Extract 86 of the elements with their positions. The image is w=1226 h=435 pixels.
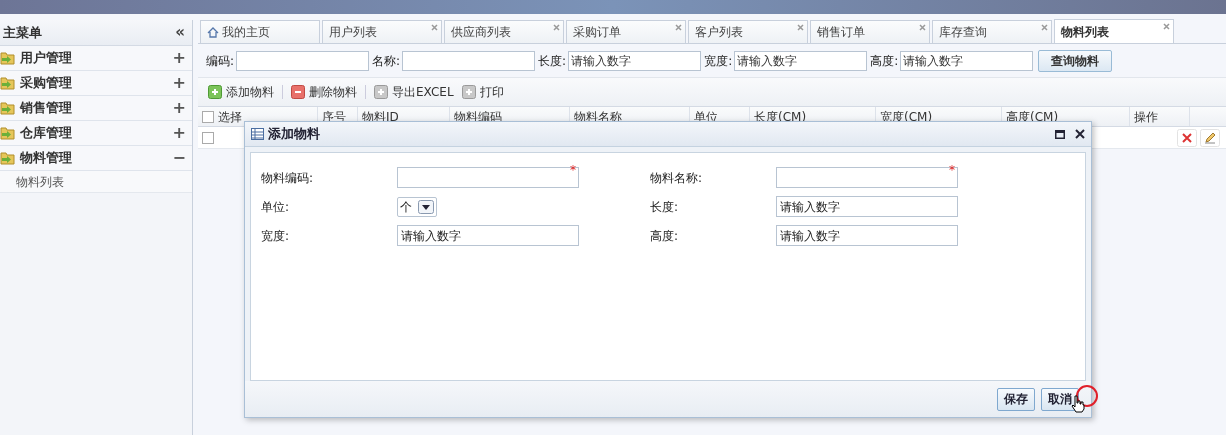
query-button[interactable]: 查询物料 [1038,49,1113,72]
folder-arrow-icon [0,51,16,65]
field-label: 高度: [870,52,899,70]
folder-arrow-icon [0,76,16,90]
tab[interactable]: 采购订单 [566,20,686,43]
delete-icon [291,85,305,99]
field-label: 长度: [538,52,567,70]
unit-select[interactable]: 个 [397,196,437,217]
menu-item[interactable]: 物料管理 − [0,146,192,171]
folder-arrow-icon [0,101,16,115]
dialog-button[interactable]: 取消 [1041,387,1079,411]
tab-label: 客户列表 [695,24,743,41]
search-field[interactable]: 请输入数字 [734,50,868,71]
form-label: 长度: [649,198,680,216]
checkbox[interactable] [202,110,214,123]
tab[interactable]: 供应商列表 [444,20,564,43]
tab[interactable]: 销售订单 [810,20,930,43]
folder-arrow-icon [0,151,16,165]
tab-label: 供应商列表 [451,24,511,41]
text-field[interactable]: 请输入数字 [397,225,579,246]
tab-label: 我的主页 [222,24,270,41]
plus-icon [374,85,388,99]
search-field[interactable]: 请输入数字 [568,50,702,71]
toolbar-button[interactable]: 导出EXCEL [374,83,454,101]
text-field[interactable]: 请输入数字 [776,225,958,246]
form-label: 单位: [261,198,291,216]
menu-toggle[interactable]: + [172,125,186,141]
menu-label: 销售管理 [20,99,73,118]
folder-arrow-icon [0,126,16,140]
toolbar-button[interactable]: 打印 [461,83,504,101]
delete-icon[interactable] [1177,128,1197,147]
tab[interactable]: 我的主页 [200,20,320,43]
sidebar-title: 主菜单 [3,23,42,42]
text-field[interactable] [397,167,579,188]
dialog-title: 添加物料 [268,125,321,144]
menu-label: 仓库管理 [20,124,73,143]
menu-toggle[interactable]: + [172,100,186,116]
menu-toggle[interactable]: − [172,150,186,166]
menu-label: 采购管理 [20,74,73,93]
form-label: 高度: [649,227,680,245]
submenu-item[interactable]: 物料列表 [0,171,192,193]
menu-label: 物料管理 [20,149,73,168]
menu-item[interactable]: 用户管理 + [0,46,192,71]
close-icon[interactable] [1075,129,1085,139]
toolbar-button[interactable]: 添加物料 [208,83,274,101]
tab[interactable]: 客户列表 [688,20,808,43]
form-label: 物料编码: [261,169,315,187]
menu-toggle[interactable]: + [172,50,186,66]
dialog-button[interactable]: 保存 [997,387,1035,411]
cursor-icon [1071,395,1085,413]
field-label: 名称: [372,52,401,70]
maximize-icon[interactable] [1055,129,1065,139]
tab-label: 物料列表 [1061,23,1109,41]
tab-label: 库存查询 [939,24,987,41]
tab-label: 采购订单 [573,24,621,41]
search-field[interactable]: 请输入数字 [900,50,1034,71]
checkbox[interactable] [202,131,214,144]
search-field[interactable] [236,50,370,71]
table-icon [251,128,264,140]
collapse-button[interactable]: « [171,25,189,40]
form-label: 宽度: [261,227,291,245]
tab[interactable]: 物料列表 [1054,19,1174,43]
required-mark: * [949,164,955,176]
column-header: 操作 [1130,107,1190,126]
plus-icon [461,85,476,99]
menu-toggle[interactable]: + [172,75,186,91]
menu-item[interactable]: 销售管理 + [0,96,192,121]
required-mark: * [570,164,576,176]
form-label: 物料名称: [649,169,704,187]
tab[interactable]: 库存查询 [932,20,1052,43]
home-icon [207,26,219,38]
menu-label: 用户管理 [20,49,73,68]
text-field[interactable] [776,167,958,188]
menu-item[interactable]: 仓库管理 + [0,121,192,146]
tab-label: 用户列表 [329,24,377,41]
search-field[interactable] [402,50,536,71]
field-label: 宽度: [704,52,733,70]
field-label: 编码: [206,52,235,70]
tab[interactable]: 用户列表 [322,20,442,43]
toolbar-button[interactable]: 删除物料 [291,83,357,101]
tab-label: 销售订单 [817,24,865,41]
edit-icon[interactable] [1200,128,1220,147]
dropdown-icon [418,199,434,214]
text-field[interactable]: 请输入数字 [776,196,958,217]
add-icon [208,85,222,99]
menu-item[interactable]: 采购管理 + [0,71,192,96]
